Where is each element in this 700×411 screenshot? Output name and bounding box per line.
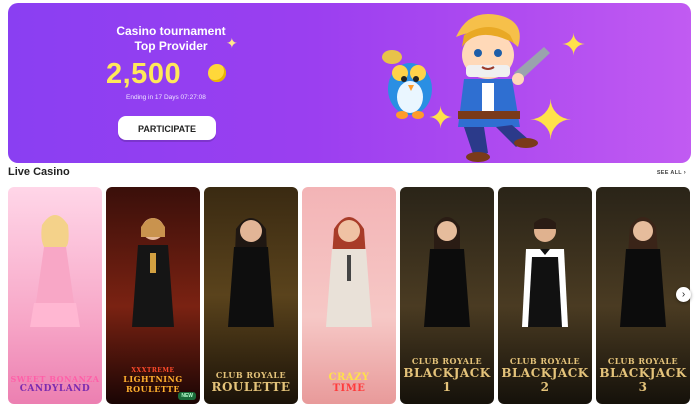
carousel-next-button[interactable]: › <box>676 287 691 302</box>
dealer-image <box>620 217 666 327</box>
game-logo-main: ROULETTE <box>211 380 291 394</box>
dealer-image <box>30 215 80 327</box>
game-logo-main: CANDYLAND <box>19 384 91 394</box>
game-logo: XXXTREME LIGHTNING ROULETTE <box>106 367 200 394</box>
penguin-mascot <box>382 50 432 119</box>
countdown-text: Ending in 17 Days 07:27:08 <box>126 94 206 101</box>
sparkle-icon: ✦ <box>226 35 238 51</box>
sparkle-icon: ✦ <box>428 102 454 135</box>
dealer-image <box>132 218 174 327</box>
game-logo-top: CLUB ROYALE <box>607 356 679 366</box>
game-logo: SWEET BONANZA CANDYLAND <box>8 374 102 394</box>
game-logo-top: CLUB ROYALE <box>215 370 287 380</box>
game-logo-top: CLUB ROYALE <box>411 356 483 366</box>
game-logo: CLUB ROYALE BLACKJACK 1 <box>400 356 494 394</box>
prize-amount: 2,500 <box>106 58 182 90</box>
chevron-right-icon: › <box>681 289 686 300</box>
dealer-image <box>228 218 274 327</box>
game-logo-top: XXXTREME <box>131 367 175 374</box>
game-logo-top: CRAZY <box>328 372 370 383</box>
promo-title: Casino tournament Top Provider <box>116 24 226 53</box>
chevron-right-icon: › <box>683 170 686 176</box>
game-logo-main: LIGHTNING ROULETTE <box>123 374 183 394</box>
participate-button[interactable]: PARTICIPATE <box>118 116 216 140</box>
game-logo: CLUB ROYALE BLACKJACK 3 <box>596 356 690 394</box>
promo-banner[interactable]: Casino tournament Top Provider ✦ 2,500 E… <box>8 3 691 163</box>
game-logo: CRAZY TIME <box>302 372 396 394</box>
game-card[interactable]: SWEET BONANZA CANDYLAND <box>8 187 102 404</box>
game-card[interactable]: CLUB ROYALE ROULETTE <box>204 187 298 404</box>
dealer-image <box>326 217 372 327</box>
sparkle-icon: ✦ <box>528 91 574 151</box>
game-card[interactable]: CLUB ROYALE BLACKJACK 2 <box>498 187 592 404</box>
dealer-image <box>522 218 568 327</box>
game-logo: CLUB ROYALE BLACKJACK 2 <box>498 356 592 394</box>
game-logo-main: BLACKJACK 1 <box>403 366 491 394</box>
game-logo-top: SWEET BONANZA <box>10 374 100 384</box>
game-logo-main: BLACKJACK 2 <box>501 366 589 394</box>
new-badge: NEW <box>178 392 196 400</box>
dealer-image <box>424 217 470 327</box>
game-card[interactable]: CRAZY TIME <box>302 187 396 404</box>
see-all-link[interactable]: SEE ALL › <box>657 170 686 176</box>
game-card[interactable]: CLUB ROYALE BLACKJACK 1 <box>400 187 494 404</box>
game-logo-top: CLUB ROYALE <box>509 356 581 366</box>
sparkle-icon: ✦ <box>561 29 587 62</box>
game-logo: CLUB ROYALE ROULETTE <box>204 370 298 394</box>
game-logo-main: BLACKJACK 3 <box>599 366 687 394</box>
section-title: Live Casino <box>8 166 70 178</box>
see-all-label: SEE ALL <box>656 170 682 176</box>
game-logo-main: TIME <box>332 383 366 394</box>
coin-icon <box>208 64 226 82</box>
game-card[interactable]: XXXTREME LIGHTNING ROULETTE NEW <box>106 187 200 404</box>
